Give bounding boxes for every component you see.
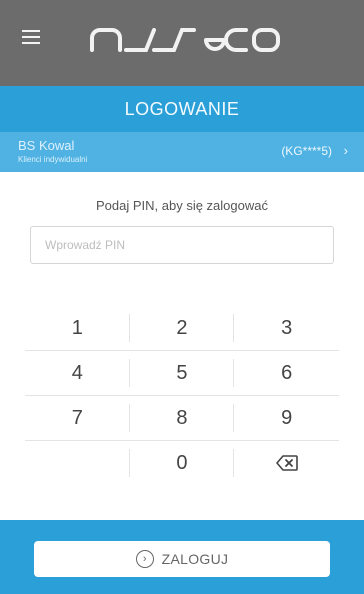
key-1[interactable]: 1 [25,306,130,351]
asseco-logo [90,28,280,52]
key-2[interactable]: 2 [129,306,235,351]
footer-bar: › ZALOGUJ [0,520,364,594]
bank-name: BS Kowal [18,138,75,153]
key-6[interactable]: 6 [234,351,339,396]
client-id: (KG****5) [281,144,332,158]
key-3[interactable]: 3 [234,306,339,351]
pin-field[interactable] [30,226,334,264]
key-5[interactable]: 5 [129,351,235,396]
pin-input[interactable] [43,237,321,253]
key-9[interactable]: 9 [234,396,339,441]
key-empty [25,441,130,485]
client-selector[interactable]: BS Kowal Klienci indywidualni (KG****5) … [0,132,364,172]
login-button-label: ZALOGUJ [161,551,229,567]
pin-keypad: 1 2 3 4 5 6 7 8 9 0 [25,306,339,485]
pin-prompt: Podaj PIN, aby się zalogować [96,198,268,213]
chevron-right-icon[interactable]: › [344,143,348,158]
client-type: Klienci indywidualni [18,155,88,164]
arrow-right-circle-icon: › [135,550,154,568]
page-title: LOGOWANIE [0,86,364,132]
login-button[interactable]: › ZALOGUJ [34,541,330,577]
app-header [0,0,364,86]
key-0[interactable]: 0 [130,441,235,485]
backspace-icon[interactable] [234,441,339,485]
key-8[interactable]: 8 [129,396,235,441]
menu-icon[interactable] [22,30,40,44]
key-7[interactable]: 7 [25,396,130,441]
key-4[interactable]: 4 [25,351,130,396]
